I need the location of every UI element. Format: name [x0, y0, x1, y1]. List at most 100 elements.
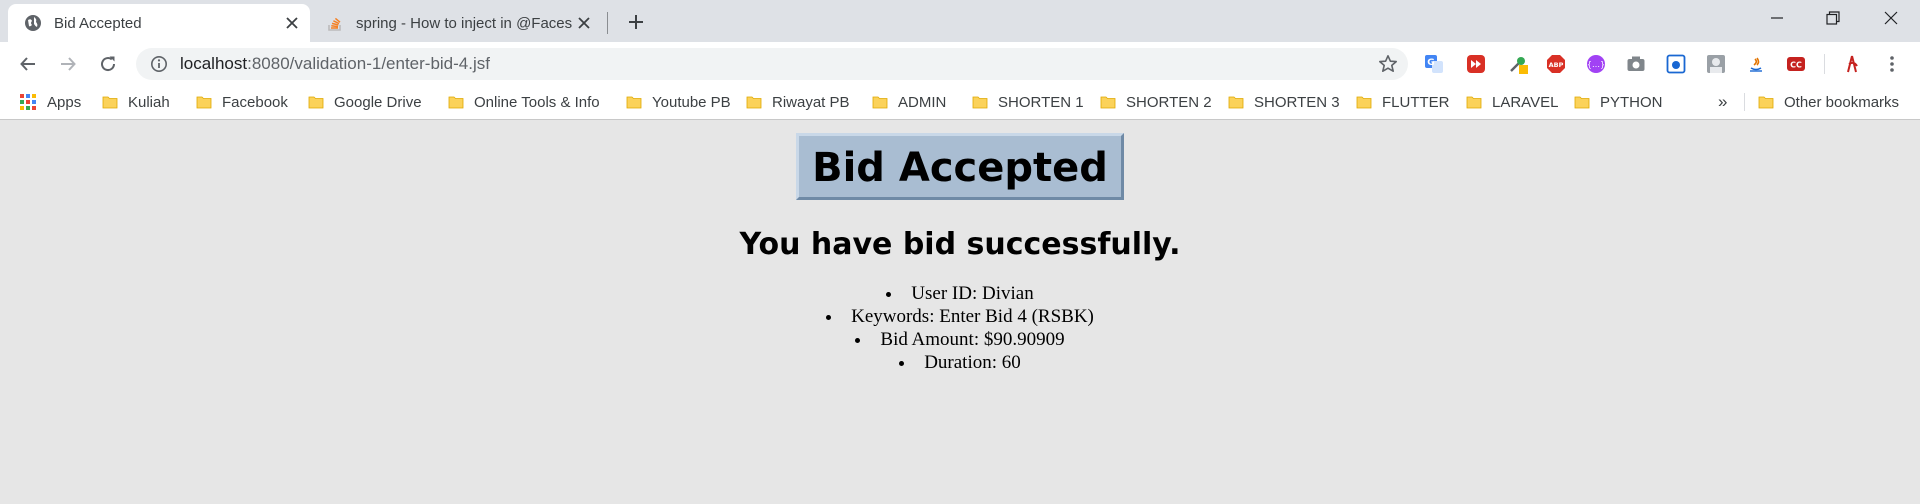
- detail-keywords: Keywords: Enter Bid 4 (RSBK): [0, 305, 1920, 328]
- overflow-chevron-icon: »: [1718, 92, 1728, 111]
- close-tab-icon[interactable]: [280, 11, 304, 35]
- bookmark-label: Other bookmarks: [1784, 93, 1900, 111]
- tab-title: spring - How to inject in @FacesV: [356, 14, 572, 32]
- plus-icon: [629, 15, 643, 29]
- bookmarks-bar: Apps Kuliah Facebook Google Drive Online To…: [0, 86, 1920, 120]
- back-arrow-icon: [20, 57, 35, 71]
- bookmark-label: FLUTTER: [1382, 93, 1450, 111]
- bookmark-apps[interactable]: Apps: [20, 92, 81, 112]
- bookmark-label: Kuliah: [128, 93, 170, 111]
- browser-toolbar: localhost:8080/validation-1/enter-bid-4.…: [0, 42, 1920, 86]
- folder-icon: [626, 96, 642, 109]
- info-icon[interactable]: [150, 55, 168, 73]
- url-host: localhost: [180, 54, 248, 73]
- tab-title: Bid Accepted: [54, 14, 142, 32]
- folder-icon: [308, 96, 324, 109]
- star-icon[interactable]: [1378, 54, 1398, 74]
- bookmark-folder-item[interactable]: SHORTEN 3: [1228, 92, 1340, 112]
- forward-button[interactable]: [54, 50, 82, 78]
- java-icon[interactable]: [1746, 54, 1766, 74]
- close-icon: [1884, 11, 1898, 25]
- bookmark-folder-item[interactable]: FLUTTER: [1356, 92, 1450, 112]
- url-path: :8080/validation-1/enter-bid-4.jsf: [247, 54, 490, 73]
- closed-caption-label: CC: [1790, 61, 1802, 70]
- folder-icon: [872, 96, 888, 109]
- bookmark-label: ADMIN: [898, 93, 947, 111]
- stackoverflow-icon: [328, 17, 341, 31]
- folder-icon: [102, 96, 118, 109]
- folder-icon: [1574, 96, 1590, 109]
- detail-user-id: User ID: Divian: [0, 282, 1920, 305]
- bookmarks-overflow-button[interactable]: »: [1718, 92, 1727, 112]
- adblock-plus-icon[interactable]: ABP: [1546, 54, 1566, 74]
- bookmark-label: Youtube PB: [652, 93, 731, 111]
- menu-icon[interactable]: [1882, 54, 1902, 74]
- svg-text:{…}: {…}: [1587, 60, 1605, 69]
- reload-button[interactable]: [94, 50, 122, 78]
- tab-divider: [607, 12, 608, 34]
- folder-icon: [196, 96, 212, 109]
- folder-icon: [448, 96, 464, 109]
- bookmark-folder-item[interactable]: Online Tools & Info: [448, 92, 600, 112]
- eyedropper-icon[interactable]: [1508, 54, 1528, 74]
- url-text: localhost:8080/validation-1/enter-bid-4.…: [180, 54, 490, 74]
- bookmark-folder-item[interactable]: Kuliah: [102, 92, 170, 112]
- screenshot-icon[interactable]: [1666, 54, 1686, 74]
- bid-details-list: User ID: Divian Keywords: Enter Bid 4 (R…: [0, 282, 1920, 374]
- bookmark-folder-item[interactable]: ADMIN: [872, 92, 946, 112]
- camera-icon[interactable]: [1626, 54, 1646, 74]
- page-content: Bid Accepted You have bid successfully. …: [0, 120, 1920, 374]
- svg-text:G: G: [1427, 58, 1434, 68]
- bookmarks-divider: [1744, 93, 1745, 111]
- tab-strip: Bid Accepted spring - How to inject in @…: [0, 0, 1920, 42]
- folder-icon: [746, 96, 762, 109]
- bookmark-label: LARAVEL: [1492, 93, 1559, 111]
- bookmark-other-bookmarks[interactable]: Other bookmarks: [1758, 92, 1899, 112]
- bookmark-folder-item[interactable]: SHORTEN 2: [1100, 92, 1212, 112]
- profile-photo-icon[interactable]: [1706, 54, 1726, 74]
- closed-caption-icon[interactable]: CC: [1786, 54, 1806, 74]
- bookmark-folder-item[interactable]: LARAVEL: [1466, 92, 1558, 112]
- restore-button[interactable]: [1806, 0, 1860, 36]
- folder-icon: [1466, 96, 1482, 109]
- bookmark-folder-item[interactable]: Google Drive: [308, 92, 422, 112]
- back-button[interactable]: [14, 50, 42, 78]
- fast-forward-icon[interactable]: [1466, 54, 1486, 74]
- detail-duration: Duration: 60: [0, 351, 1920, 374]
- tab-bid-accepted[interactable]: Bid Accepted: [8, 4, 310, 42]
- bookmark-folder-item[interactable]: Youtube PB: [626, 92, 731, 112]
- bookmark-label: SHORTEN 2: [1126, 93, 1212, 111]
- success-message: You have bid successfully.: [739, 227, 1181, 262]
- folder-icon: [1758, 96, 1774, 109]
- bookmark-label: Apps: [47, 93, 82, 111]
- bookmark-folder-item[interactable]: PYTHON: [1574, 92, 1663, 112]
- bookmark-label: Facebook: [222, 93, 288, 111]
- bookmark-folder-item[interactable]: SHORTEN 1: [972, 92, 1084, 112]
- bookmark-folder-item[interactable]: Facebook: [196, 92, 288, 112]
- close-window-button[interactable]: [1864, 0, 1918, 36]
- minimize-icon: [1771, 17, 1783, 19]
- close-tab-icon[interactable]: [572, 11, 596, 35]
- globe-icon: [25, 15, 41, 31]
- detail-bid-amount: Bid Amount: $90.90909: [0, 328, 1920, 351]
- page-heading: Bid Accepted: [796, 133, 1124, 200]
- profile-avatar-icon[interactable]: [1842, 54, 1862, 74]
- address-bar[interactable]: localhost:8080/validation-1/enter-bid-4.…: [136, 48, 1408, 80]
- apps-grid-icon: [20, 94, 36, 110]
- translate-icon[interactable]: G: [1424, 54, 1444, 74]
- tab-spring-inject[interactable]: spring - How to inject in @FacesV: [312, 4, 602, 42]
- restore-icon: [1826, 11, 1840, 25]
- bookmark-folder-item[interactable]: Riwayat PB: [746, 92, 850, 112]
- forward-arrow-icon: [61, 57, 76, 71]
- folder-icon: [1100, 96, 1116, 109]
- bookmark-label: Google Drive: [334, 93, 422, 111]
- bookmark-label: SHORTEN 3: [1254, 93, 1340, 111]
- toolbar-divider: [1824, 54, 1825, 74]
- bookmark-label: Online Tools & Info: [474, 93, 600, 111]
- new-tab-button[interactable]: [622, 8, 650, 36]
- adblock-label: ABP: [1549, 61, 1564, 69]
- scripts-icon[interactable]: {…}: [1586, 54, 1606, 74]
- bookmark-label: SHORTEN 1: [998, 93, 1084, 111]
- minimize-button[interactable]: [1750, 0, 1804, 36]
- reload-icon: [101, 56, 116, 72]
